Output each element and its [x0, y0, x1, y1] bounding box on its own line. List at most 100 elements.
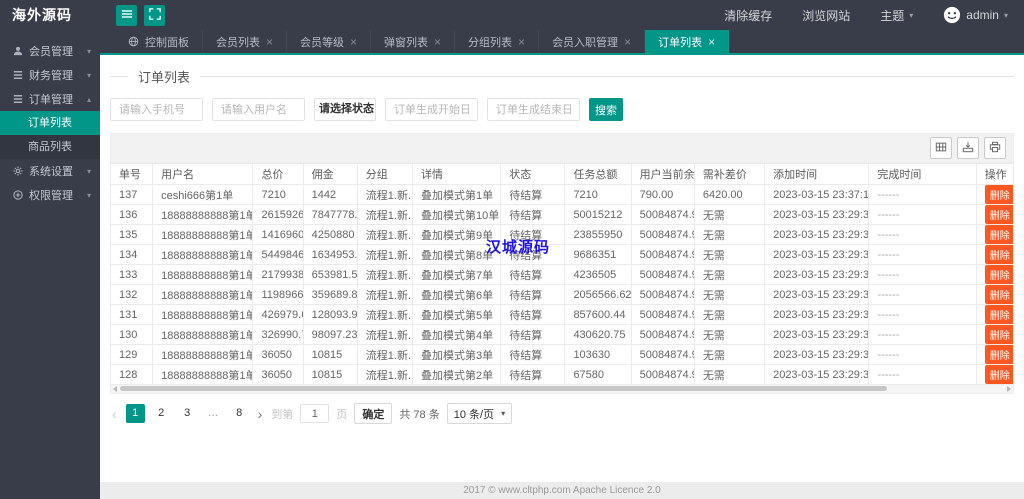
table-cell: 790.00 — [630, 184, 695, 205]
sidebar-item-label: 系统设置 — [29, 166, 73, 178]
status-select[interactable]: 请选择状态 — [314, 98, 376, 121]
table-cell: 134 — [109, 244, 154, 265]
pagination: ‹ 123 … 8 › 到第 页 确定 共 78 条 10 条/页 ▾ — [110, 403, 1014, 424]
table-cell: 136 — [109, 204, 154, 225]
end-date-input[interactable] — [487, 98, 580, 121]
delete-button[interactable]: 删除 — [984, 345, 1013, 364]
table-cell: 2023-03-15 23:29:33 — [764, 304, 870, 325]
delete-button[interactable]: 删除 — [984, 285, 1013, 304]
table-cell: 135 — [109, 224, 154, 245]
close-icon[interactable]: × — [518, 36, 525, 48]
table-cell: 流程1.新... — [356, 224, 413, 245]
prev-page-button[interactable]: ‹ — [110, 406, 119, 422]
table-cell: 50084874.97 — [630, 304, 695, 325]
horizontal-scrollbar[interactable] — [110, 385, 1014, 394]
close-icon[interactable]: × — [708, 36, 715, 48]
tab-4[interactable]: 分组列表 × — [455, 30, 540, 53]
table-cell: 无需 — [693, 224, 766, 245]
close-icon[interactable]: × — [624, 36, 631, 48]
print-icon — [989, 141, 1001, 156]
next-page-button[interactable]: › — [256, 406, 265, 422]
close-icon[interactable]: × — [266, 36, 273, 48]
table-cell: 137 — [109, 184, 154, 205]
tab-0[interactable]: 控制面板 — [115, 30, 203, 53]
chevron-down-icon: ▾ — [86, 46, 91, 56]
table-cell: 131 — [109, 304, 154, 325]
goto-page-input[interactable] — [300, 404, 330, 423]
scroll-left-arrow-icon[interactable] — [113, 386, 117, 392]
table-cell: 流程1.新... — [356, 284, 413, 305]
table-cell: 50084874.97 — [630, 224, 695, 245]
tab-5[interactable]: 会员入职管理 × — [539, 30, 646, 53]
chevron-down-icon: ▾ — [86, 70, 91, 80]
nav-clear-cache[interactable]: 清除缓存 — [724, 7, 772, 24]
sidebar-subitem-2-0[interactable]: 订单列表 — [0, 111, 100, 135]
nav-user-dropdown[interactable]: admin ▾ — [943, 6, 1008, 24]
confirm-button[interactable]: 确定 — [354, 403, 393, 424]
page-size-select[interactable]: 10 条/页 ▾ — [446, 403, 513, 424]
collapse-sidebar-button[interactable] — [116, 4, 137, 26]
delete-button[interactable]: 删除 — [984, 325, 1013, 344]
header-nav: 清除缓存 浏览网站 主题 ▾ admin ▾ — [724, 6, 1024, 24]
sidebar-item-1[interactable]: 财务管理 ▾ — [0, 63, 100, 87]
start-date-input[interactable] — [385, 98, 478, 121]
table-cell: 无需 — [693, 324, 766, 345]
table-cell: 426979.66 — [252, 304, 304, 325]
table-cell: 18888888888第1单 — [152, 204, 254, 225]
actions-cell: 删除 — [975, 344, 1015, 365]
table-cell: 18888888888第1单 — [152, 344, 254, 365]
fullscreen-button[interactable] — [144, 4, 165, 26]
username-input[interactable] — [212, 98, 305, 121]
sidebar-item-3[interactable]: 系统设置 ▾ — [0, 159, 100, 183]
tab-1[interactable]: 会员列表 × — [203, 30, 288, 53]
tab-2[interactable]: 会员等级 × — [287, 30, 372, 53]
export-button[interactable] — [957, 137, 979, 159]
delete-button[interactable]: 删除 — [984, 305, 1013, 324]
table-cell: 18888888888第1单 — [152, 264, 254, 285]
page-button[interactable]: 1 — [125, 404, 145, 423]
table-cell: 132 — [109, 284, 154, 305]
table-cell: 待结算 — [500, 284, 566, 305]
caret-down-icon: ▾ — [909, 10, 914, 20]
phone-input[interactable] — [110, 98, 203, 121]
sidebar-subitem-2-1[interactable]: 商品列表 — [0, 135, 100, 159]
nav-browse-site[interactable]: 浏览网站 — [802, 7, 850, 24]
filter-columns-button[interactable] — [930, 137, 952, 159]
close-icon[interactable]: × — [350, 36, 357, 48]
nav-theme-label: 主题 — [880, 8, 905, 23]
sidebar-item-2[interactable]: 订单管理 ▴ — [0, 87, 100, 111]
print-button[interactable] — [984, 137, 1006, 159]
page-button[interactable]: 8 — [230, 404, 249, 423]
search-button[interactable]: 搜索 — [589, 98, 623, 121]
sidebar-item-0[interactable]: 会员管理 ▾ — [0, 39, 100, 63]
table-cell: 2023-03-15 23:29:33 — [764, 344, 870, 365]
table-cell: 50084874.97 — [630, 324, 695, 345]
table-cell: ------ — [868, 344, 977, 365]
delete-button[interactable]: 删除 — [984, 245, 1013, 264]
table-cell: 流程1.新... — [356, 244, 413, 265]
page-button[interactable]: 3 — [178, 404, 197, 423]
sidebar-item-4[interactable]: 权限管理 ▾ — [0, 183, 100, 207]
table-cell: 待结算 — [500, 344, 566, 365]
table-cell: 7210 — [564, 184, 632, 205]
delete-button[interactable]: 删除 — [984, 225, 1013, 244]
scrollbar-thumb[interactable] — [120, 386, 887, 391]
close-icon[interactable]: × — [434, 36, 441, 48]
delete-button[interactable]: 删除 — [984, 365, 1013, 384]
scroll-right-arrow-icon[interactable] — [1007, 386, 1011, 392]
table-row: 137 ceshi666第1单 7210 1442 流程1.新... 叠加模式第1单 待结算… — [109, 184, 1015, 205]
table-cell: 430620.75 — [564, 324, 632, 345]
delete-button[interactable]: 删除 — [984, 265, 1013, 284]
table-cell: 7847778.5 — [302, 204, 358, 225]
tab-3[interactable]: 弹窗列表 × — [371, 30, 456, 53]
page-button[interactable]: 2 — [152, 404, 171, 423]
delete-button[interactable]: 删除 — [984, 205, 1013, 224]
delete-button[interactable]: 删除 — [984, 185, 1013, 204]
table-cell: 流程1.新... — [356, 304, 413, 325]
nav-theme-dropdown[interactable]: 主题 ▾ — [880, 7, 913, 24]
table-cell: 2023-03-15 23:37:12 — [764, 184, 870, 205]
table-cell: 流程1.新... — [356, 264, 413, 285]
table-toolbar — [110, 133, 1014, 163]
nav-browse-site-label: 浏览网站 — [802, 8, 851, 23]
tab-6[interactable]: 订单列表 × — [645, 30, 730, 53]
